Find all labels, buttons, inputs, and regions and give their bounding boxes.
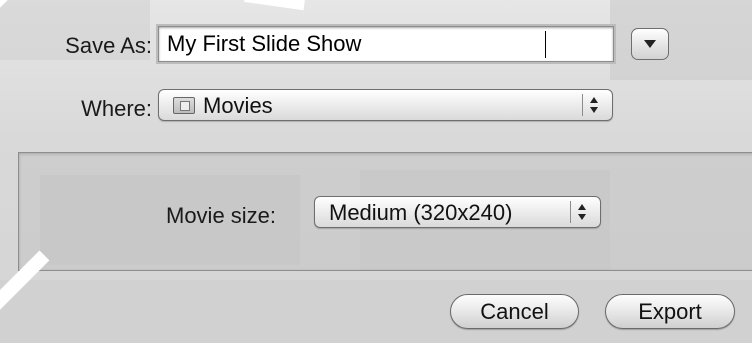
save-as-label: Save As: bbox=[65, 33, 152, 58]
movie-size-popup[interactable]: Medium (320x240) bbox=[314, 196, 601, 228]
movie-size-label: Movie size: bbox=[166, 203, 277, 228]
where-label: Where: bbox=[81, 96, 152, 121]
stepper-arrows-icon bbox=[582, 94, 605, 116]
where-popup[interactable]: Movies bbox=[158, 89, 613, 121]
file-name-field[interactable] bbox=[158, 26, 614, 62]
expand-dialog-button[interactable] bbox=[631, 28, 669, 60]
export-button[interactable]: Export bbox=[605, 294, 735, 329]
movie-size-value: Medium (320x240) bbox=[329, 200, 513, 225]
where-value: Movies bbox=[203, 93, 273, 118]
text-caret bbox=[545, 31, 546, 58]
torn-edge bbox=[244, 0, 306, 11]
folder-icon bbox=[173, 97, 195, 114]
chevron-down-icon bbox=[644, 40, 656, 48]
export-dialog: Save As: Where: Movies Movie size: Mediu… bbox=[0, 0, 752, 343]
cancel-button[interactable]: Cancel bbox=[450, 294, 579, 329]
stepper-arrows-icon bbox=[570, 201, 593, 223]
